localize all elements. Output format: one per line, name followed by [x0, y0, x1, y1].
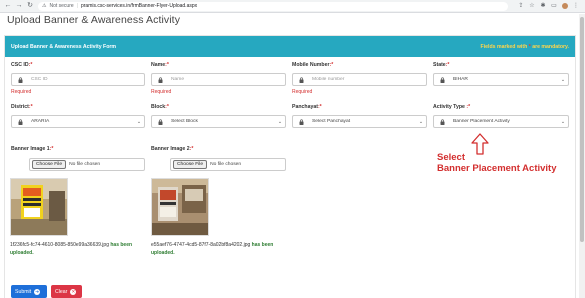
page-title: Upload Banner & Awareness Activity [7, 14, 181, 26]
submit-button[interactable]: Submit ➔ [11, 285, 47, 298]
chevron-down-icon: ⌄ [277, 118, 283, 125]
browser-toolbar: ← → ↻ ⚠ Not secure | pramis.csc-services… [0, 0, 585, 13]
share-icon[interactable]: ⇪ [518, 3, 524, 9]
form-header: Upload Banner & Awareness Activity Form … [5, 36, 575, 57]
menu-dots-icon[interactable]: ⋮ [573, 3, 579, 9]
lock-icon [434, 74, 450, 85]
annotation-callout: Select Banner Placement Activity [437, 152, 557, 174]
clear-button[interactable]: Clear ✕ [51, 285, 82, 298]
scrollbar-thumb[interactable] [580, 17, 584, 242]
banner1-label: Banner Image 1:* [11, 146, 54, 152]
lock-icon [12, 74, 28, 85]
submit-label: Submit [15, 288, 32, 295]
form-title: Upload Banner & Awareness Activity Form [11, 43, 117, 50]
block-select[interactable]: Select Block ⌄ [151, 115, 286, 128]
banner1-file-status: No file chosen [69, 162, 101, 167]
banner2-label: Banner Image 2:* [151, 146, 194, 152]
block-value: Select Block [171, 119, 198, 124]
chevron-down-icon: ⌄ [136, 118, 142, 125]
name-required: Required [151, 89, 172, 95]
csc-id-field[interactable]: CSC ID [11, 73, 145, 86]
mobile-field[interactable]: Mobile number [292, 73, 427, 86]
district-label: District:* [11, 104, 33, 110]
reload-icon[interactable]: ↻ [26, 2, 34, 10]
warning-icon: ⚠ [42, 3, 47, 9]
profile-avatar[interactable] [562, 3, 568, 9]
back-icon[interactable]: ← [4, 2, 12, 10]
chevron-down-icon: ⌄ [560, 118, 566, 125]
bookmark-star-icon[interactable]: ☆ [529, 3, 535, 9]
banner2-file-input[interactable]: Choose File No file chosen [170, 158, 286, 171]
lock-icon [152, 74, 168, 85]
lock-icon [152, 116, 168, 127]
mobile-placeholder: Mobile number [312, 77, 345, 82]
banner2-choose-file-button[interactable]: Choose File [173, 160, 208, 169]
lock-icon [293, 74, 309, 85]
csc-id-required: Required [11, 89, 32, 95]
banner2-thumbnail [151, 178, 209, 236]
mandatory-star: * [528, 43, 531, 50]
banner2-uploaded-filename: e55aef76-4747-4cd5-87f7-8a02bf8a4202.jpg [151, 242, 251, 248]
panchayat-label: Panchayat:* [292, 104, 322, 110]
annotation-line-1: Select [437, 152, 465, 163]
mobile-required: Required [292, 89, 313, 95]
forward-icon[interactable]: → [15, 2, 23, 10]
state-label: State:* [433, 62, 450, 68]
name-field[interactable]: Name [151, 73, 286, 86]
name-placeholder: Name [171, 77, 185, 82]
security-label: Not secure [49, 3, 74, 9]
sidebar-icon[interactable]: ▭ [551, 3, 557, 9]
close-circle-icon: ✕ [70, 288, 77, 295]
clear-label: Clear [55, 288, 68, 295]
mandatory-suffix: are mandatory. [532, 43, 569, 50]
chevron-down-icon: ⌄ [560, 76, 566, 83]
district-select[interactable]: ARARIA ⌄ [11, 115, 145, 128]
banner1-upload-note: 1f236fc5-fc74-4610-8085-850e99a36639.jpg… [10, 241, 148, 257]
name-label: Name:* [151, 62, 169, 68]
activity-type-label: Activity Type :* [433, 104, 471, 110]
extensions-icon[interactable]: ✱ [540, 3, 546, 9]
mandatory-prefix: Fields marked with [480, 43, 528, 50]
mobile-label: Mobile Number:* [292, 62, 334, 68]
sign-in-icon: ➔ [34, 288, 41, 295]
banner2-upload-note: e55aef76-4747-4cd5-87f7-8a02bf8a4202.jpg… [151, 241, 287, 257]
district-value: ARARIA [31, 119, 50, 124]
lock-icon [293, 116, 309, 127]
activity-type-select[interactable]: Banner Placement Activity ⌄ [433, 115, 569, 128]
csc-id-label: CSC ID:* [11, 62, 33, 68]
chevron-down-icon: ⌄ [418, 118, 424, 125]
page-scrollbar[interactable] [579, 14, 585, 298]
banner1-choose-file-button[interactable]: Choose File [32, 160, 67, 169]
address-separator: | [76, 3, 78, 9]
lock-icon [12, 116, 28, 127]
activity-type-value: Banner Placement Activity [453, 119, 510, 124]
state-select[interactable]: BIHAR ⌄ [433, 73, 569, 86]
banner2-file-status: No file chosen [210, 162, 242, 167]
block-label: Block:* [151, 104, 169, 110]
annotation-line-2: Banner Placement Activity [437, 163, 557, 174]
url-text: pramis.csc-services.in/frmBanner-Flyer-U… [80, 3, 198, 9]
banner1-uploaded-filename: 1f236fc5-fc74-4610-8085-850e99a36639.jpg [10, 242, 109, 248]
csc-id-placeholder: CSC ID [31, 77, 48, 82]
state-value: BIHAR [453, 77, 468, 82]
banner1-thumbnail [10, 178, 68, 236]
panchayat-select[interactable]: Select Panchayat ⌄ [292, 115, 427, 128]
address-bar[interactable]: ⚠ Not secure | pramis.csc-services.in/fr… [38, 1, 508, 11]
banner1-file-input[interactable]: Choose File No file chosen [29, 158, 145, 171]
mandatory-note: Fields marked with * are mandatory. [481, 44, 569, 50]
panchayat-value: Select Panchayat [312, 119, 351, 124]
lock-icon [434, 116, 450, 127]
